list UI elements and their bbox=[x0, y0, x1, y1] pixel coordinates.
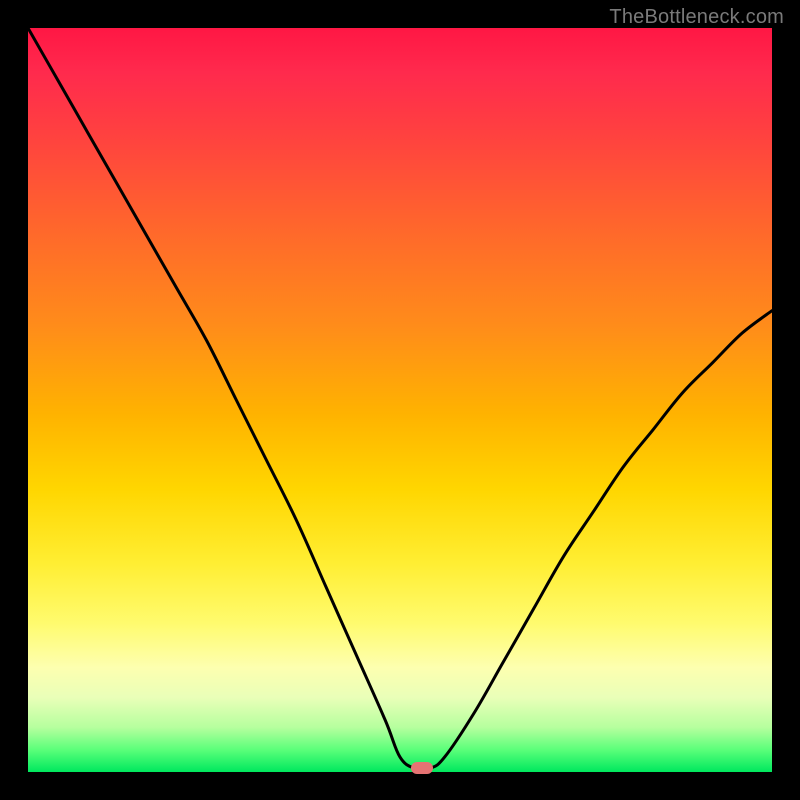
plot-area bbox=[28, 28, 772, 772]
curve-path bbox=[28, 28, 772, 770]
chart-stage: TheBottleneck.com bbox=[0, 0, 800, 800]
bottleneck-curve bbox=[28, 28, 772, 772]
optimal-marker bbox=[411, 762, 433, 774]
watermark-text: TheBottleneck.com bbox=[609, 6, 784, 29]
